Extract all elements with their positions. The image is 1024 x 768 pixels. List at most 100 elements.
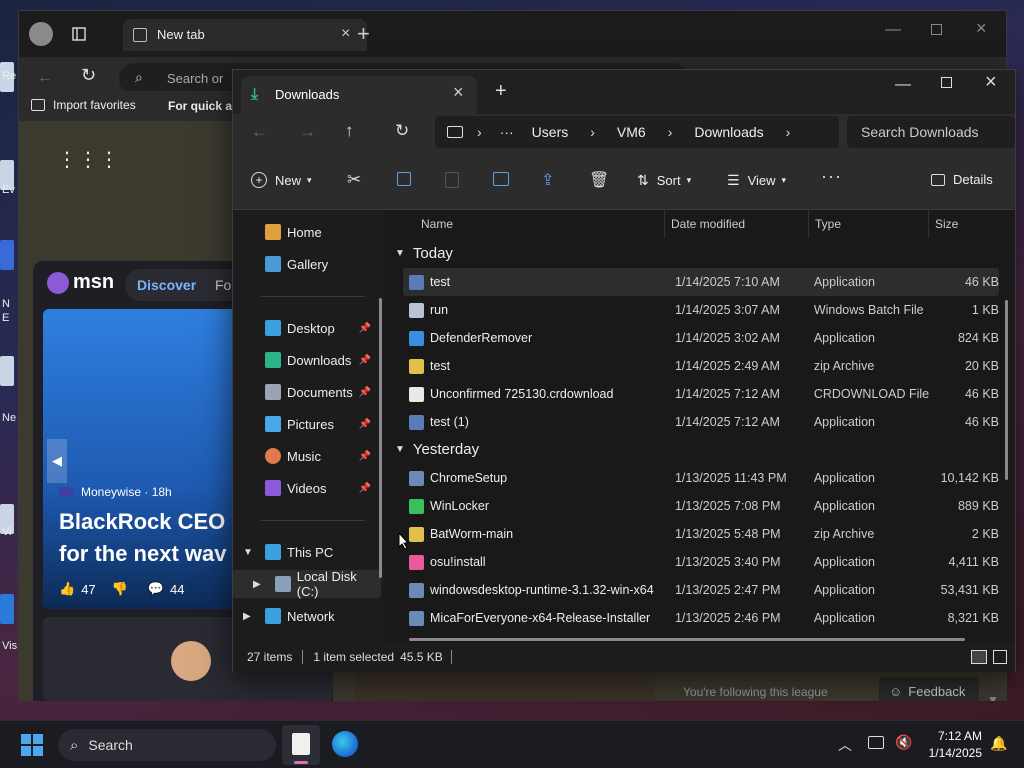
speaker-muted-icon[interactable]: 🔇	[895, 734, 912, 751]
column-name[interactable]: Name	[415, 210, 665, 238]
nav-item-desktop[interactable]: Desktop 📌	[233, 314, 381, 342]
file-row[interactable]: BatWorm-main 1/13/2025 5:48 PM zip Archive…	[403, 520, 999, 548]
import-favorites-link[interactable]: Import favorites	[31, 98, 136, 112]
nav-scrollbar[interactable]	[379, 298, 382, 578]
sort-button[interactable]: ⇅ Sort ▾	[637, 172, 691, 189]
chevron-right-icon[interactable]: ▶	[243, 611, 251, 622]
clock[interactable]: 7:12 AM 1/14/2025	[922, 729, 982, 760]
nav-item-gallery[interactable]: Gallery	[233, 250, 381, 278]
details-pane-button[interactable]: Details	[931, 172, 993, 187]
notification-bell-icon[interactable]: 🔔	[990, 735, 1007, 752]
desktop-icon[interactable]	[0, 594, 14, 624]
breadcrumb-users[interactable]: Users	[532, 124, 569, 140]
tiles-view-icon[interactable]	[993, 650, 1007, 664]
delete-icon[interactable]: 🗑	[589, 170, 609, 190]
breadcrumb-downloads[interactable]: Downloads	[694, 124, 763, 140]
nav-item-home[interactable]: Home	[233, 218, 381, 246]
nav-item-videos[interactable]: Videos 📌	[233, 474, 381, 502]
carousel-prev-icon[interactable]: ◀	[47, 439, 67, 483]
dislike-icon[interactable]: 👎	[112, 581, 128, 597]
desktop-icon[interactable]	[0, 240, 14, 270]
file-row[interactable]: run 1/14/2025 3:07 AM Windows Batch File 1 …	[403, 296, 999, 324]
comment-icon[interactable]: 💬	[148, 581, 164, 597]
edge-taskbar-icon[interactable]	[332, 731, 358, 757]
nav-item-documents[interactable]: Documents 📌	[233, 378, 381, 406]
pin-icon[interactable]: 📌	[359, 323, 371, 334]
search-box[interactable]: Search Downloads	[847, 116, 1015, 148]
copy-icon[interactable]	[397, 172, 411, 186]
headline-line-1[interactable]: BlackRock CEO I	[59, 509, 238, 535]
share-icon[interactable]: ⇪	[541, 170, 554, 190]
pin-icon[interactable]: 📌	[359, 355, 371, 366]
maximize-icon[interactable]	[941, 77, 952, 88]
group-header-0[interactable]: ▼ Today	[395, 240, 453, 266]
forward-icon[interactable]: →	[299, 122, 316, 142]
chevron-up-icon[interactable]: ︿	[838, 735, 852, 755]
group-header-1[interactable]: ▼ Yesterday	[395, 436, 479, 462]
back-icon[interactable]: ←	[37, 69, 53, 87]
file-row[interactable]: ChromeSetup 1/13/2025 11:43 PM Application…	[403, 464, 999, 492]
pin-icon[interactable]: 📌	[359, 483, 371, 494]
edge-tab-new-tab[interactable]: New tab ×	[123, 19, 367, 51]
refresh-icon[interactable]: ↻	[395, 121, 409, 141]
nav-item-network[interactable]: ▶ Network	[233, 602, 381, 630]
paste-icon[interactable]	[445, 172, 459, 188]
file-row[interactable]: test 1/14/2025 7:10 AM Application 46 KB	[403, 268, 999, 296]
scroll-down-icon[interactable]: ▼	[987, 693, 999, 701]
back-icon[interactable]: ←	[251, 122, 268, 142]
column-date[interactable]: Date modified	[665, 210, 809, 238]
chevron-down-icon[interactable]: ▼	[243, 547, 253, 558]
file-row[interactable]: MicaForEveryone-x64-Release-Installer 1/1…	[403, 604, 999, 632]
column-type[interactable]: Type	[809, 210, 929, 238]
cut-icon[interactable]: ✂	[347, 170, 361, 190]
file-row[interactable]: Unconfirmed 725130.crdownload 1/14/2025 7…	[403, 380, 999, 408]
maximize-icon[interactable]	[931, 24, 942, 35]
taskbar-file-explorer[interactable]	[282, 725, 320, 765]
taskbar-search[interactable]: ⌕ Search	[58, 729, 276, 761]
new-tab-button[interactable]: +	[495, 80, 507, 103]
tab-actions-icon[interactable]	[65, 20, 93, 48]
minimize-icon[interactable]: —	[895, 76, 911, 94]
pin-icon[interactable]: 📌	[359, 387, 371, 398]
ellipsis-icon[interactable]: ···	[500, 124, 514, 140]
feedback-button[interactable]: ☺ Feedback	[879, 677, 979, 701]
column-size[interactable]: Size	[929, 210, 1009, 238]
file-row[interactable]: DefenderRemover 1/14/2025 3:02 AM Applicat…	[403, 324, 999, 352]
breadcrumb-vm6[interactable]: VM6	[617, 124, 646, 140]
rename-icon[interactable]	[493, 172, 509, 186]
more-options-icon[interactable]: ···	[821, 166, 842, 187]
minimize-icon[interactable]: —	[885, 21, 901, 39]
new-tab-button[interactable]: +	[357, 21, 370, 47]
details-view-icon[interactable]	[971, 650, 987, 664]
address-breadcrumb[interactable]: › ··· Users › VM6 › Downloads ›	[435, 116, 839, 148]
close-tab-icon[interactable]: ×	[453, 82, 464, 103]
new-button[interactable]: + New ▾	[251, 172, 312, 188]
desktop-icon[interactable]	[0, 356, 14, 386]
nav-item-local-disk[interactable]: ▶ Local Disk (C:)	[233, 569, 381, 599]
nav-item-downloads[interactable]: Downloads 📌	[233, 346, 381, 374]
view-button[interactable]: ☰ View ▾	[727, 172, 786, 189]
pin-icon[interactable]: 📌	[359, 419, 371, 430]
up-icon[interactable]: ↑	[345, 121, 354, 141]
explorer-tab-downloads[interactable]: ⤓ Downloads ×	[241, 76, 477, 114]
pin-icon[interactable]: 📌	[359, 451, 371, 462]
file-row[interactable]: windowsdesktop-runtime-3.1.32-win-x64 1/1…	[403, 576, 999, 604]
file-row[interactable]: test (1) 1/14/2025 7:12 AM Application 46 K…	[403, 408, 999, 436]
apps-grid-icon[interactable]: ⋮⋮⋮	[57, 147, 120, 172]
vertical-scrollbar[interactable]	[1005, 300, 1008, 480]
start-windows-icon[interactable]	[20, 733, 44, 757]
horizontal-scrollbar[interactable]	[409, 638, 965, 641]
like-icon[interactable]: 👍	[59, 581, 75, 597]
close-tab-icon[interactable]: ×	[341, 25, 350, 43]
profile-avatar[interactable]	[29, 22, 53, 46]
close-window-icon[interactable]: ×	[976, 18, 987, 39]
display-icon[interactable]	[868, 736, 884, 749]
refresh-icon[interactable]: ↻	[81, 65, 96, 86]
nav-item-pictures[interactable]: Pictures 📌	[233, 410, 381, 438]
chevron-right-icon[interactable]: ▶	[253, 579, 261, 590]
nav-item-music[interactable]: Music 📌	[233, 442, 381, 470]
headline-line-2[interactable]: for the next wav	[59, 541, 226, 567]
tab-discover[interactable]: Discover	[137, 277, 196, 293]
file-row[interactable]: test 1/14/2025 2:49 AM zip Archive 20 KB	[403, 352, 999, 380]
file-row[interactable]: WinLocker 1/13/2025 7:08 PM Application 889…	[403, 492, 999, 520]
